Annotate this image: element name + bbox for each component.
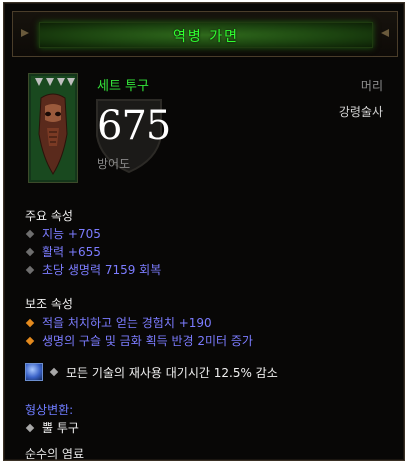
armor-value: 675 <box>97 103 171 149</box>
item-name-banner: 역병 가면 <box>39 22 373 48</box>
bullet-icon <box>49 367 59 377</box>
gem-effect-text: 모든 기술의 재사용 대기시간 12.5% 감소 <box>66 365 278 380</box>
armor-label: 방어도 <box>97 157 131 171</box>
primary-stat: 초당 생명력 7159 회복 <box>25 261 161 278</box>
secondary-stat: 생명의 구슬 및 금화 획득 반경 2미터 증가 <box>25 332 253 349</box>
transmog-item-text: 뿔 투구 <box>42 421 79 435</box>
socketed-gem-row: 모든 기술의 재사용 대기시간 12.5% 감소 <box>25 363 278 381</box>
secondary-stat: 적을 처치하고 얻는 경험치 +190 <box>25 314 212 331</box>
bullet-icon <box>25 336 35 345</box>
secondary-stat-text: 생명의 구슬 및 금화 획득 반경 2미터 증가 <box>42 334 253 348</box>
item-type-label: 세트 투구 <box>97 79 149 94</box>
transmog-title: 형상변환: <box>25 403 74 417</box>
transmog-item: 뿔 투구 <box>25 419 79 436</box>
secondary-stat-text: 적을 처치하고 얻는 경험치 +190 <box>42 316 212 330</box>
bullet-icon <box>25 247 35 256</box>
bullet-icon <box>25 318 35 327</box>
header-ornament-left-icon <box>21 29 29 37</box>
item-slot-label: 머리 <box>360 79 383 93</box>
bullet-icon <box>25 265 35 274</box>
primary-attributes-title: 주요 속성 <box>25 209 73 223</box>
secondary-attributes-title: 보조 속성 <box>25 297 73 311</box>
tooltip-header: 역병 가면 <box>12 11 398 57</box>
helm-item-icon <box>28 73 78 183</box>
gem-socket-icon <box>25 363 43 381</box>
class-restriction-label: 강령술사 <box>338 105 383 119</box>
primary-stat-text: 활력 +655 <box>42 245 101 259</box>
bullet-icon <box>25 229 35 238</box>
header-ornament-right-icon <box>381 29 389 37</box>
primary-stat-text: 지능 +705 <box>42 227 101 241</box>
primary-stat: 지능 +705 <box>25 225 101 242</box>
dye-label: 순수의 염료 <box>25 447 85 461</box>
primary-stat: 활력 +655 <box>25 243 101 260</box>
item-tooltip: 역병 가면 세트 투구 머리 강령술사 675 방어도 주요 속성 지능 +70… <box>3 2 405 461</box>
bullet-icon <box>25 423 35 432</box>
primary-stat-text: 초당 생명력 7159 회복 <box>42 263 162 277</box>
item-name: 역병 가면 <box>173 29 239 45</box>
